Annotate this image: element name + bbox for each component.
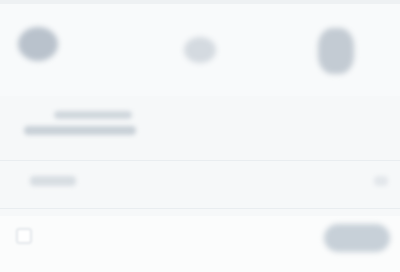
list-row[interactable] bbox=[0, 170, 400, 196]
primary-button[interactable] bbox=[324, 224, 390, 252]
blurred-icon bbox=[184, 37, 216, 63]
top-edge bbox=[0, 0, 400, 4]
tile-first[interactable] bbox=[14, 22, 62, 66]
tile-second[interactable] bbox=[178, 30, 222, 70]
info-card-line-2 bbox=[24, 126, 136, 135]
action-bar bbox=[0, 216, 400, 272]
chevron-right-icon bbox=[374, 176, 388, 186]
divider bbox=[0, 208, 400, 209]
list-row-label bbox=[30, 176, 76, 186]
checkbox[interactable] bbox=[16, 228, 32, 244]
top-tile-row bbox=[0, 0, 400, 96]
info-card bbox=[14, 100, 150, 146]
screen bbox=[0, 0, 400, 272]
blurred-icon bbox=[318, 28, 354, 74]
divider bbox=[0, 160, 400, 161]
tile-third[interactable] bbox=[312, 22, 360, 80]
blurred-icon bbox=[18, 27, 58, 61]
info-card-line-1 bbox=[54, 111, 132, 119]
